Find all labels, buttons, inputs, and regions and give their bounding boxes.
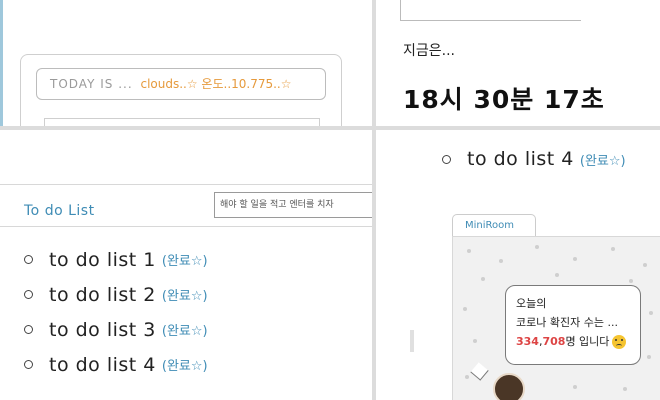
today-weather-value: clouds..☆ 온도..10.775..☆ (140, 77, 292, 91)
wall-dot (499, 259, 503, 263)
todo-title: To do List (24, 203, 95, 219)
bubble-line-3: 334,708명 입니다 (516, 332, 630, 351)
bubble-line-2: 코로나 확진자 수는 ... (516, 316, 618, 329)
wall-dot (465, 375, 469, 379)
wall-dot (473, 339, 477, 343)
todo-item-status[interactable]: (완료☆) (162, 320, 208, 339)
now-label: 지금은... (403, 43, 455, 59)
todo-header-line (0, 184, 372, 185)
sad-face-icon (612, 335, 627, 349)
clock-panel: 지금은... 18시 30분 17초 (376, 0, 660, 126)
todo-item-status[interactable]: (완료☆) (162, 355, 208, 374)
current-time: 18시 30분 17초 (403, 85, 605, 114)
bubble-line-3-suffix: 명 입니다 (565, 335, 610, 348)
miniroom-scene: 오늘의 코로나 확진자 수는 ... 334,708명 입니다 (452, 236, 660, 400)
speech-bubble: 오늘의 코로나 확진자 수는 ... 334,708명 입니다 (505, 285, 641, 365)
bullet-icon (442, 154, 451, 164)
bullet-icon (24, 325, 33, 334)
wall-dot (629, 279, 633, 283)
avatar (493, 373, 525, 400)
todo-title-divider (0, 226, 372, 227)
bullet-icon (24, 255, 33, 264)
todo-item[interactable]: to do list 2 (완료☆) (24, 277, 208, 312)
todo-item-text: to do list 1 (49, 248, 156, 271)
card-inner-frame (44, 118, 320, 126)
wall-dot (573, 257, 577, 261)
wall-dot (535, 245, 539, 249)
miniroom-panel: to do list 4 (완료☆) MiniRoom 오늘의 코로나 확진자 … (376, 130, 660, 400)
wall-dot (467, 249, 471, 253)
wall-dot (481, 277, 485, 281)
today-box: TODAY IS ... clouds..☆ 온도..10.775..☆ (36, 68, 326, 100)
todo-input[interactable] (214, 192, 372, 218)
todo-item[interactable]: to do list 1 (완료☆) (24, 242, 208, 277)
todo-item[interactable]: to do list 4 (완료☆) (24, 347, 208, 382)
today-label: TODAY IS ... (50, 77, 133, 91)
todo-item-text: to do list 2 (49, 283, 156, 306)
bullet-icon (24, 360, 33, 369)
todo-item-status[interactable]: (완료☆) (162, 250, 208, 269)
wall-dot (643, 263, 647, 267)
wall-dot (555, 273, 559, 277)
wall-dot (623, 387, 627, 391)
tab-miniroom[interactable]: MiniRoom (452, 214, 536, 236)
case-count-part1: 334 (516, 335, 539, 348)
bubble-line-1: 오늘의 (516, 297, 547, 310)
todo-panel: To do List to do list 1 (완료☆) to do list… (0, 130, 372, 400)
left-accent-bar (0, 0, 3, 126)
bullet-icon (24, 290, 33, 299)
scroll-stub (410, 330, 414, 352)
todo-item[interactable]: to do list 3 (완료☆) (24, 312, 208, 347)
wall-dot (463, 307, 467, 311)
wall-dot (649, 311, 653, 315)
todo-item[interactable]: to do list 4 (완료☆) (442, 148, 626, 170)
wall-dot (573, 385, 577, 389)
todo-item-text: to do list 3 (49, 318, 156, 341)
wall-dot (647, 355, 651, 359)
weather-panel: TODAY IS ... clouds..☆ 온도..10.775..☆ (0, 0, 372, 126)
todo-item-text: to do list 4 (49, 353, 156, 376)
todo-item-status[interactable]: (완료☆) (580, 150, 626, 169)
clock-frame (400, 0, 581, 21)
todo-item-text: to do list 4 (467, 148, 574, 170)
todo-list: to do list 1 (완료☆) to do list 2 (완료☆) to… (24, 242, 208, 382)
todo-item-status[interactable]: (완료☆) (162, 285, 208, 304)
wall-dot (611, 247, 615, 251)
case-count-part2: 708 (542, 335, 566, 348)
